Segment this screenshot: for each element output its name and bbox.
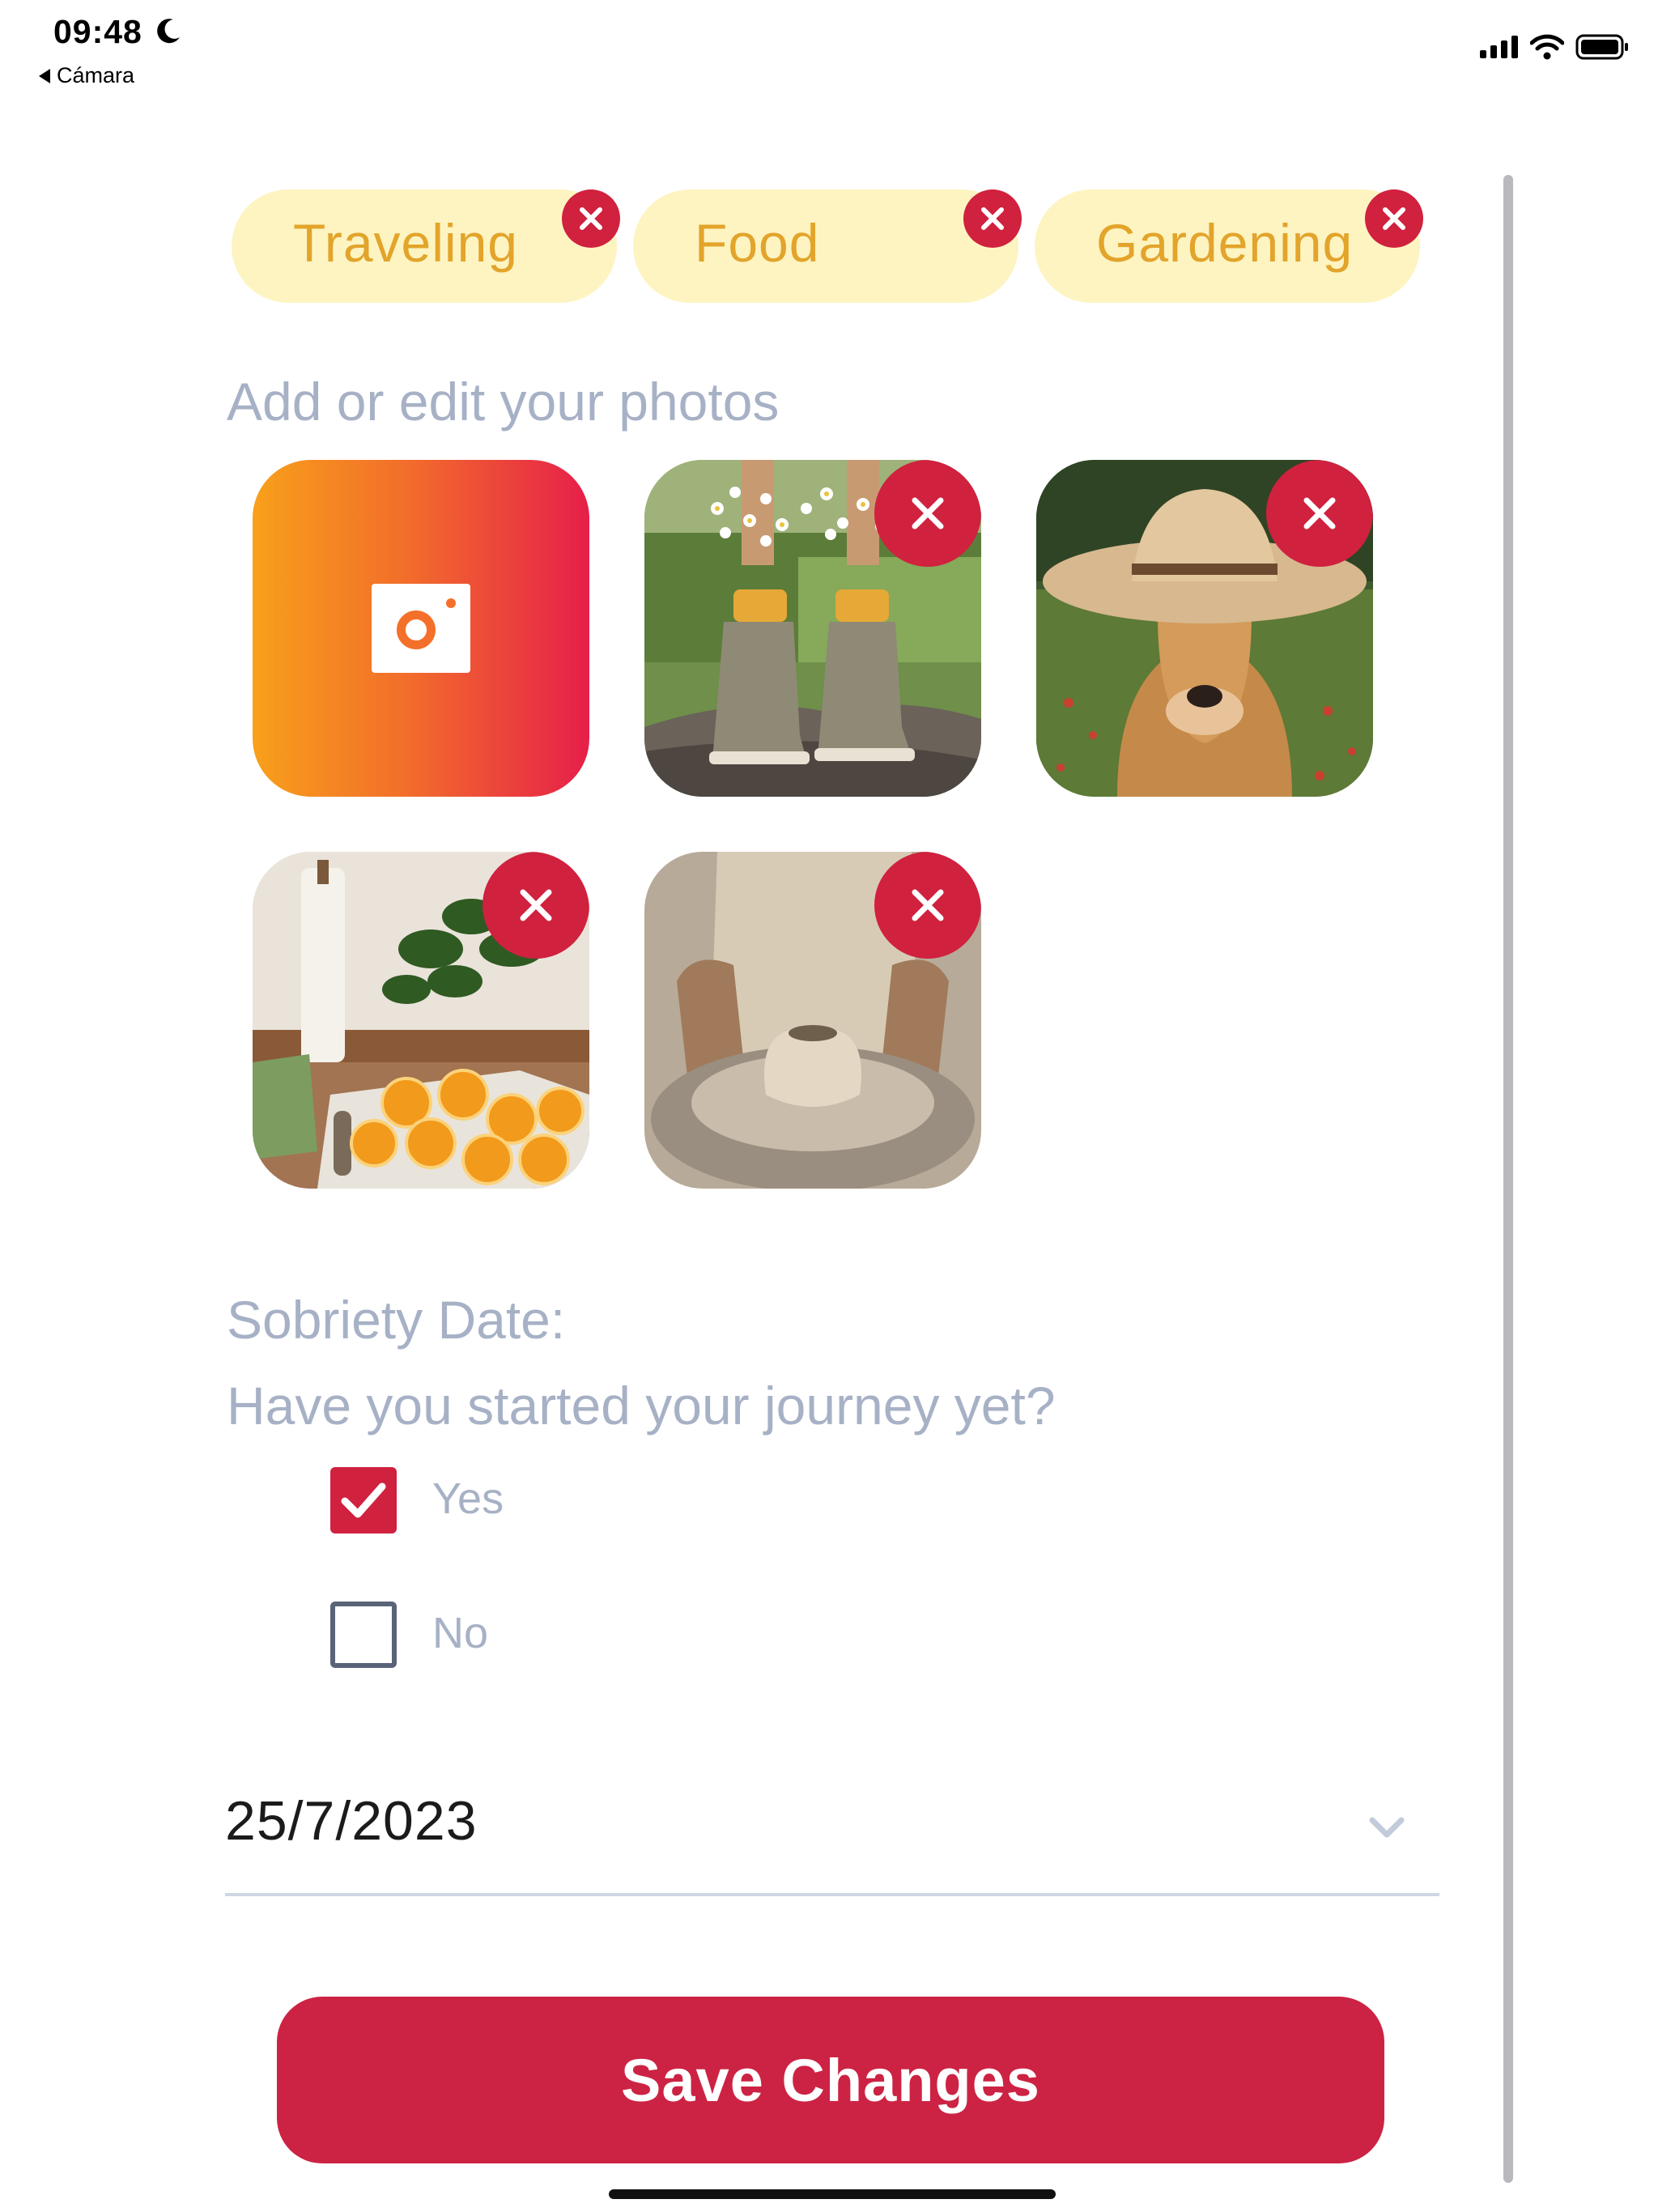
close-icon <box>981 207 1004 230</box>
chip-label: Traveling <box>293 213 518 273</box>
photo-tile[interactable] <box>1036 460 1373 797</box>
checkmark-icon <box>341 1482 386 1518</box>
yes-checkbox[interactable] <box>330 1467 397 1534</box>
remove-photo-button[interactable] <box>874 852 981 959</box>
save-changes-button[interactable]: Save Changes <box>277 1997 1384 2163</box>
no-option-label: No <box>432 1609 489 1657</box>
chip-remove-button[interactable] <box>1365 189 1423 248</box>
back-link-label: Cámara <box>57 63 135 87</box>
close-icon <box>912 889 944 921</box>
photo-tile[interactable] <box>644 460 981 797</box>
sobriety-date-label: Sobriety Date: <box>227 1290 566 1350</box>
wifi-icon <box>1530 34 1564 60</box>
close-icon <box>520 889 552 921</box>
date-field-underline <box>225 1893 1439 1896</box>
back-arrow-icon <box>39 68 50 83</box>
chip-traveling[interactable]: Traveling <box>232 189 620 303</box>
chip-remove-button[interactable] <box>963 189 1022 248</box>
camera-icon <box>372 584 470 673</box>
cellular-signal-icon <box>1480 36 1518 58</box>
status-time: 09:48 <box>53 13 142 50</box>
chip-food[interactable]: Food <box>633 189 1022 303</box>
save-button-label: Save Changes <box>621 2046 1040 2114</box>
photos-section-title: Add or edit your photos <box>227 372 780 432</box>
back-to-camera-link[interactable]: Cámara <box>39 63 134 88</box>
photo-tile[interactable] <box>253 852 589 1189</box>
chip-remove-button[interactable] <box>562 189 620 248</box>
add-photo-button[interactable] <box>253 460 589 797</box>
status-icons <box>1480 34 1629 60</box>
home-indicator <box>609 2189 1056 2199</box>
chip-gardening[interactable]: Gardening <box>1035 189 1423 303</box>
battery-icon <box>1575 34 1628 60</box>
remove-photo-button[interactable] <box>874 460 981 567</box>
chevron-down-icon[interactable] <box>1368 1815 1405 1840</box>
remove-photo-button[interactable] <box>1266 460 1373 567</box>
sobriety-date-field[interactable]: 25/7/2023 <box>225 1789 478 1853</box>
close-icon <box>1383 207 1405 230</box>
chip-label: Food <box>695 213 820 273</box>
yes-option-label: Yes <box>432 1474 504 1523</box>
close-icon <box>580 207 602 230</box>
remove-photo-button[interactable] <box>483 852 589 959</box>
close-icon <box>912 497 944 530</box>
photo-tile[interactable] <box>644 852 981 1189</box>
journey-question: Have you started your journey yet? <box>227 1376 1056 1436</box>
chip-label: Gardening <box>1096 213 1354 273</box>
no-checkbox[interactable] <box>330 1602 397 1668</box>
close-icon <box>1303 497 1336 530</box>
moon-icon <box>157 19 180 44</box>
scrollbar[interactable] <box>1503 175 1513 2183</box>
